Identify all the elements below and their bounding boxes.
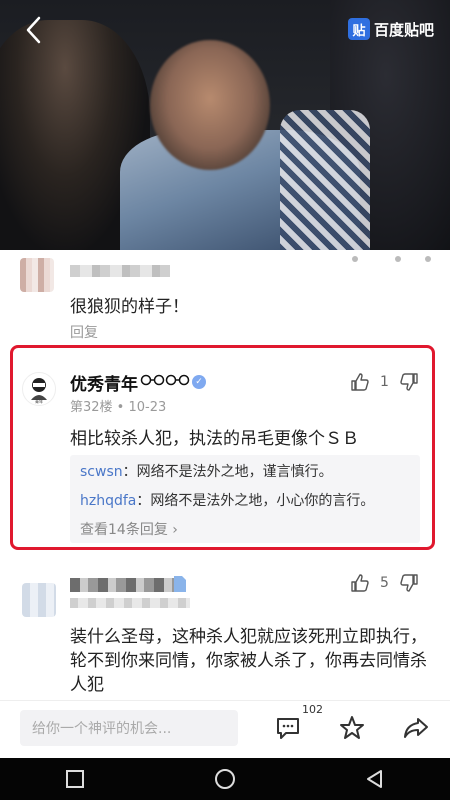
file-badge-icon — [174, 576, 186, 592]
comment-2-avatar[interactable]: 青年 — [22, 372, 56, 406]
tieba-watermark: 贴 百度贴吧 — [347, 18, 434, 40]
triangle-back-icon — [367, 770, 382, 788]
sub-reply-user[interactable]: scwsn — [80, 464, 123, 480]
photo-figure-center-head — [150, 40, 270, 170]
sub-reply-content: ：网络不是法外之地，谨言慎行。 — [122, 464, 333, 480]
comment-1-text: 很狼狈的样子！ — [70, 297, 189, 317]
comment-1-avatar[interactable] — [20, 258, 54, 292]
comment-2-floor-meta: 第32楼 • 10-23 — [70, 400, 167, 415]
avatar-cartoon-icon: 青年 — [31, 378, 47, 404]
circle-icon — [215, 769, 235, 789]
blur-dot — [425, 256, 431, 262]
tieba-brand-text: 百度贴吧 — [373, 20, 434, 39]
comment-button[interactable] — [272, 712, 304, 744]
comment-input[interactable]: 给你一个神评的机会... — [20, 710, 238, 746]
view-more-replies-link[interactable]: 查看14条回复 › — [80, 519, 410, 539]
verified-badge-icon: ✓ — [192, 375, 206, 389]
svg-text:青年: 青年 — [35, 398, 43, 404]
comment-bubble-icon — [277, 718, 299, 739]
sub-reply-content: ：网络不是法外之地，小心你的言行。 — [136, 493, 375, 509]
tieba-logo-icon: 贴 — [347, 18, 370, 40]
recents-button[interactable] — [55, 764, 95, 794]
system-nav-bar — [0, 758, 450, 800]
comment-3-like-bar: 5 — [350, 573, 419, 593]
comment-3-avatar[interactable] — [22, 583, 56, 617]
glasses-emoji-icon — [140, 374, 190, 386]
comment-3-meta-blurred — [70, 598, 190, 608]
thumbs-down-icon[interactable] — [399, 372, 419, 392]
comment-2-like-count: 1 — [380, 374, 389, 390]
thumbs-up-icon[interactable] — [350, 573, 370, 593]
thumbs-down-icon[interactable] — [399, 573, 419, 593]
sub-reply-user[interactable]: hzhqdfa — [80, 493, 136, 509]
back-nav-button[interactable] — [355, 764, 395, 794]
back-button[interactable] — [18, 14, 50, 46]
chevron-left-icon — [26, 16, 41, 44]
square-icon — [66, 770, 84, 788]
comment-3-like-count: 5 — [380, 575, 389, 591]
comment-2-like-bar: 1 — [350, 372, 419, 392]
share-icon — [404, 718, 428, 738]
share-button[interactable] — [400, 712, 432, 744]
comment-1-username-blurred[interactable] — [70, 265, 170, 277]
comment-count-badge: 102 — [302, 703, 323, 716]
comment-3-text: 装什么圣母，这种杀人犯就应该死刑立即执行，轮不到你来同情，你家被人杀了，你再去同… — [70, 627, 427, 695]
comment-3-username-blurred[interactable] — [70, 578, 180, 592]
sub-reply-item[interactable]: scwsn：网络不是法外之地，谨言慎行。 — [80, 461, 410, 481]
favorite-button[interactable] — [336, 712, 368, 744]
comment-1-reply-link[interactable]: 回复 — [70, 322, 98, 342]
home-button[interactable] — [205, 764, 245, 794]
thumbs-up-icon[interactable] — [350, 372, 370, 392]
comment-2-text: 相比较杀人犯，执法的吊毛更像个ＳＢ — [70, 429, 359, 449]
sub-replies-panel[interactable]: scwsn：网络不是法外之地，谨言慎行。 hzhqdfa：网络不是法外之地，小心… — [70, 455, 420, 543]
comment-2-username[interactable]: 优秀青年 — [70, 370, 138, 395]
star-icon — [340, 716, 364, 739]
sub-reply-item[interactable]: hzhqdfa：网络不是法外之地，小心你的言行。 — [80, 490, 410, 510]
blur-dot — [395, 256, 401, 262]
photo-checkered-shirt — [280, 110, 370, 250]
blur-dot — [352, 256, 358, 262]
